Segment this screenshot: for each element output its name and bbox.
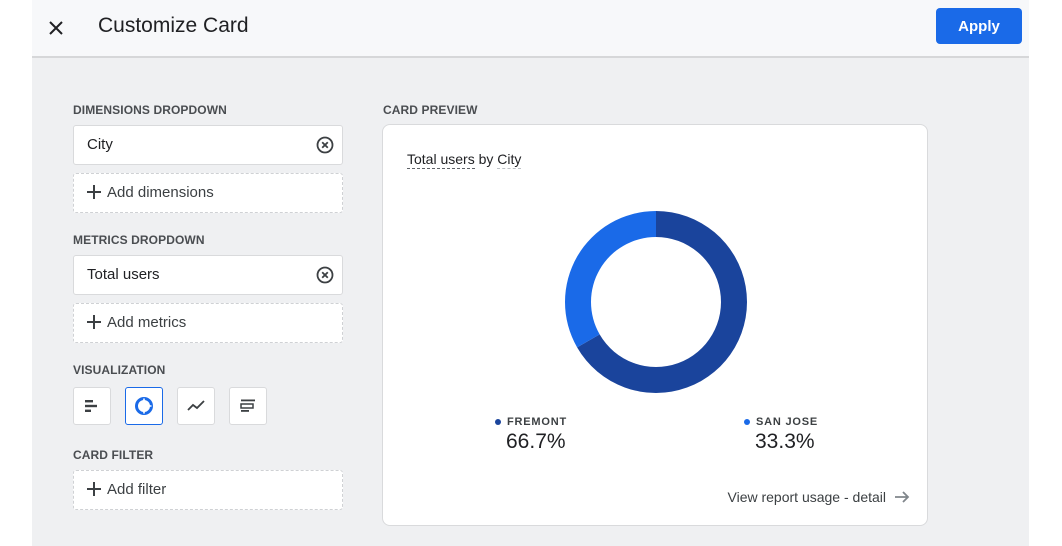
add-metrics-button[interactable]: Add metrics <box>73 303 343 343</box>
dimension-field[interactable]: City <box>73 125 343 165</box>
chart-title: Total users by City <box>407 151 522 169</box>
apply-button[interactable]: Apply <box>936 8 1022 44</box>
legend-item-fremont: FREMONT 66.7% <box>495 416 567 454</box>
add-dimensions-label: Add dimensions <box>107 184 214 201</box>
viz-table-button[interactable] <box>229 387 267 425</box>
clear-dimension-icon[interactable] <box>316 136 334 154</box>
bar-chart-icon <box>85 400 97 412</box>
viz-bar-button[interactable] <box>73 387 111 425</box>
legend-label: FREMONT <box>507 416 567 428</box>
plus-icon <box>87 315 101 329</box>
legend-item-san-jose: SAN JOSE 33.3% <box>744 416 818 454</box>
customize-card-panel: Customize Card Apply DIMENSIONS DROPDOWN… <box>32 0 1029 546</box>
plus-icon <box>87 482 101 496</box>
clear-metric-icon[interactable] <box>316 266 334 284</box>
view-report-usage-link[interactable]: View report usage - detail <box>728 489 911 505</box>
header: Customize Card Apply <box>32 0 1029 58</box>
chart-title-metric[interactable]: Total users <box>407 151 475 169</box>
add-filter-button[interactable]: Add filter <box>73 470 343 510</box>
page-title: Customize Card <box>98 14 249 37</box>
chart-title-by: by <box>474 151 498 167</box>
legend-value: 66.7% <box>506 430 566 453</box>
close-icon <box>49 21 63 35</box>
card-filter-label: CARD FILTER <box>73 448 154 462</box>
arrow-right-icon <box>895 491 910 503</box>
add-dimensions-button[interactable]: Add dimensions <box>73 173 343 213</box>
table-chart-icon <box>240 399 255 412</box>
donut-slice-san-jose[interactable] <box>565 211 656 348</box>
dimensions-label: DIMENSIONS DROPDOWN <box>73 103 227 117</box>
line-chart-icon <box>187 400 205 411</box>
close-button[interactable] <box>40 12 72 44</box>
legend-dot <box>495 419 501 425</box>
add-filter-label: Add filter <box>107 481 167 498</box>
legend-value: 33.3% <box>755 430 815 453</box>
legend-label: SAN JOSE <box>756 416 819 428</box>
legend-dot <box>744 419 750 425</box>
viz-line-button[interactable] <box>177 387 215 425</box>
viz-donut-button[interactable] <box>125 387 163 425</box>
donut-chart <box>565 211 747 393</box>
metric-value: Total users <box>87 266 160 283</box>
add-metrics-label: Add metrics <box>107 314 187 331</box>
view-report-usage-label: View report usage - detail <box>727 489 887 505</box>
card-preview-label: CARD PREVIEW <box>383 103 478 117</box>
visualization-label: VISUALIZATION <box>73 363 166 377</box>
chart-title-dimension[interactable]: City <box>497 151 522 169</box>
metric-field[interactable]: Total users <box>73 255 343 295</box>
donut-chart-icon <box>135 397 153 415</box>
card-preview: Total users by City FREMONT 66.7% SAN JO… <box>382 124 928 526</box>
metrics-label: METRICS DROPDOWN <box>73 233 205 247</box>
dimension-value: City <box>87 136 113 153</box>
plus-icon <box>87 185 101 199</box>
